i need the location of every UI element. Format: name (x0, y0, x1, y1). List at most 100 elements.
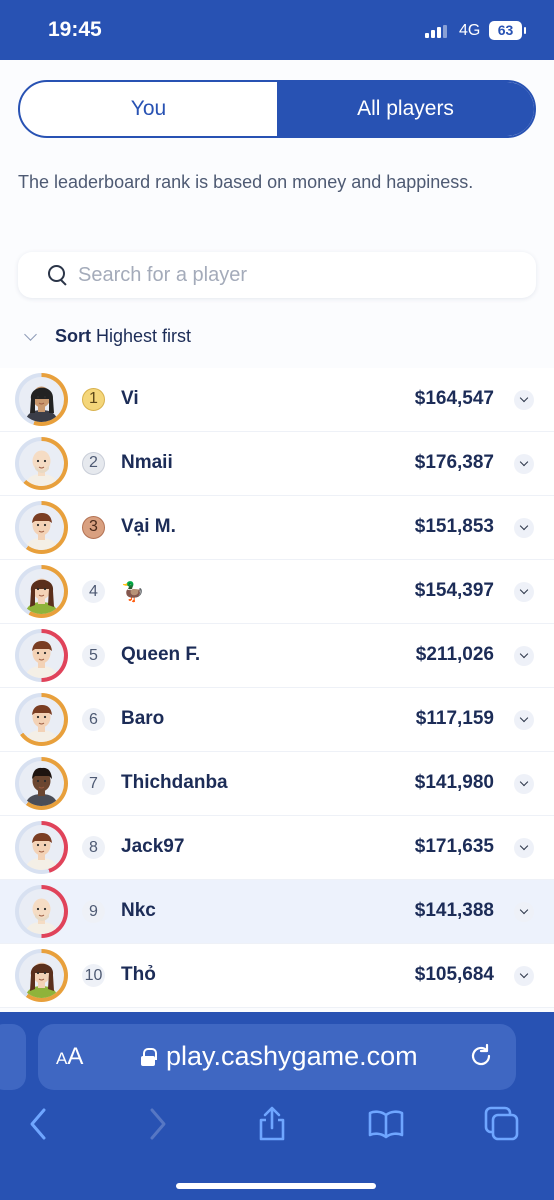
rank-badge: 4 (82, 580, 105, 603)
url-text: play.cashygame.com (166, 1041, 418, 1071)
avatar-image (19, 505, 64, 550)
bookmarks-icon[interactable] (368, 1106, 404, 1142)
leaderboard-page: You All players The leaderboard rank is … (0, 60, 554, 1020)
avatar-image (19, 633, 64, 678)
avatar-image (19, 825, 64, 870)
leaderboard-description: The leaderboard rank is based on money a… (18, 172, 474, 192)
avatar (15, 501, 68, 554)
table-row[interactable]: 10 Thỏ $105,684 (0, 944, 554, 1008)
rank-badge: 3 (82, 516, 105, 539)
battery-icon: 63 (489, 21, 526, 40)
previous-tab-preview[interactable] (0, 1024, 26, 1090)
table-row[interactable]: 4 🦆 $154,397 (0, 560, 554, 624)
share-icon[interactable] (254, 1106, 290, 1142)
tab-all-players[interactable]: All players (277, 82, 534, 136)
home-indicator (176, 1183, 376, 1189)
avatar (15, 757, 68, 810)
status-bar: 19:45 4G 63 (0, 0, 554, 60)
forward-icon[interactable] (140, 1106, 176, 1142)
rank-badge: 7 (82, 772, 105, 795)
player-name: Vi (121, 388, 139, 409)
expand-chevron-icon[interactable] (514, 966, 534, 986)
player-name: Nmaii (121, 452, 173, 473)
rank-badge: 8 (82, 836, 105, 859)
address-bar[interactable]: AA play.cashygame.com (38, 1024, 516, 1090)
expand-chevron-icon[interactable] (514, 902, 534, 922)
player-money: $154,397 (414, 580, 494, 601)
rank-badge: 2 (82, 452, 105, 475)
avatar (15, 949, 68, 1002)
rank-badge: 10 (82, 964, 105, 987)
sort-value: Highest first (96, 325, 192, 346)
expand-chevron-icon[interactable] (514, 518, 534, 538)
expand-chevron-icon[interactable] (514, 838, 534, 858)
tabs-icon[interactable] (484, 1106, 520, 1142)
player-money: $211,026 (415, 644, 494, 665)
avatar (15, 821, 68, 874)
network-type: 4G (459, 22, 481, 39)
rank-badge: 5 (82, 644, 105, 667)
rank-badge: 6 (82, 708, 105, 731)
back-icon[interactable] (22, 1106, 58, 1142)
player-name: Thichdanba (121, 772, 228, 793)
table-row[interactable]: 7 Thichdanba $141,980 (0, 752, 554, 816)
avatar-image (19, 761, 64, 806)
avatar (15, 885, 68, 938)
expand-chevron-icon[interactable] (514, 710, 534, 730)
player-list: 1 Vi $164,547 2 Nmaii $176,387 3 Vại M. $151,853… (0, 368, 554, 1008)
table-row[interactable]: 6 Baro $117,159 (0, 688, 554, 752)
rank-badge: 1 (82, 388, 105, 411)
table-row[interactable]: 2 Nmaii $176,387 (0, 432, 554, 496)
player-name: Jack97 (121, 836, 185, 857)
status-time: 19:45 (48, 18, 102, 41)
player-money: $171,635 (414, 836, 494, 857)
table-row[interactable]: 8 Jack97 $171,635 (0, 816, 554, 880)
avatar-image (19, 569, 64, 614)
expand-chevron-icon[interactable] (514, 454, 534, 474)
avatar-image (19, 441, 64, 486)
avatar (15, 565, 68, 618)
expand-chevron-icon[interactable] (514, 646, 534, 666)
player-money: $151,853 (414, 516, 494, 537)
sort-label: Sort (55, 325, 91, 346)
avatar-image (19, 697, 64, 742)
player-money: $117,159 (415, 708, 494, 729)
player-name: 🦆 (121, 582, 145, 603)
search-icon (48, 265, 68, 285)
expand-chevron-icon[interactable] (514, 774, 534, 794)
player-name: Thỏ (121, 964, 156, 985)
expand-chevron-icon[interactable] (514, 390, 534, 410)
player-name: Nkc (121, 900, 156, 921)
search-input[interactable] (78, 263, 478, 287)
player-money: $141,388 (414, 900, 494, 921)
browser-toolbar: AA play.cashygame.com (0, 1012, 554, 1200)
player-name: Vại M. (121, 516, 176, 537)
sort-control[interactable]: Sort Highest first (22, 322, 191, 350)
lock-icon (141, 1048, 157, 1066)
avatar-image (19, 889, 64, 934)
text-size-button[interactable]: AA (56, 1043, 83, 1071)
tab-you[interactable]: You (20, 82, 277, 136)
table-row[interactable]: 9 Nkc $141,388 (0, 880, 554, 944)
reload-icon[interactable] (468, 1043, 494, 1069)
player-money: $164,547 (414, 388, 494, 409)
avatar-image (19, 953, 64, 998)
expand-chevron-icon[interactable] (514, 582, 534, 602)
avatar (15, 437, 68, 490)
table-row[interactable]: 1 Vi $164,547 (0, 368, 554, 432)
chevron-down-icon (24, 327, 37, 341)
table-row[interactable]: 3 Vại M. $151,853 (0, 496, 554, 560)
search-bar (18, 252, 536, 298)
avatar (15, 693, 68, 746)
avatar-image (19, 377, 64, 422)
player-money: $105,684 (414, 964, 494, 985)
table-row[interactable]: 5 Queen F. $211,026 (0, 624, 554, 688)
avatar (15, 373, 68, 426)
player-money: $141,980 (414, 772, 494, 793)
player-name: Baro (121, 708, 165, 729)
player-name: Queen F. (121, 644, 201, 665)
rank-badge: 9 (82, 900, 105, 923)
signal-icon (425, 25, 447, 38)
player-money: $176,387 (414, 452, 494, 473)
avatar (15, 629, 68, 682)
